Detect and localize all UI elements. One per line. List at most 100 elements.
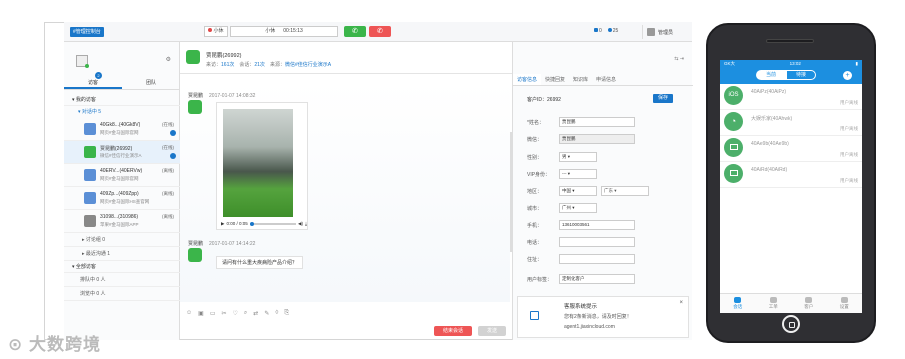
system-notice: 客服系统提示 您有2条新消息，请及时回复！ agent1.jiaxincloud… <box>517 296 689 338</box>
video-frame <box>223 109 293 217</box>
mobile-field: 手机： 13610003561 <box>527 220 687 230</box>
tab-quick-reply[interactable]: 快捷回复 <box>541 74 569 85</box>
web-icon <box>724 138 743 157</box>
address-field: 住址： <box>527 254 687 264</box>
mobile-list-item[interactable]: 40Ae9b(40Ae9b) 用户离线 <box>720 136 862 162</box>
visitor-item[interactable]: 409Zp...(409Zpp) 网页#金马国际HS查官网 (离线) <box>64 187 180 210</box>
info-tabs: 访客信息 快捷回复 知识库 申请信息 <box>513 74 693 86</box>
mobile-screen: GK大 13:02 ▮ 当前 待接 + iOS 40AiPz(40AiPz) 用户离线… <box>720 60 862 313</box>
image-icon[interactable]: ▣ <box>198 310 204 317</box>
tab-visitors[interactable]: 访客 2 <box>64 72 122 89</box>
unread-dot <box>170 130 176 136</box>
panel-toggle-icon[interactable]: ⇆ ⇥ <box>674 56 684 62</box>
gear-icon[interactable]: ⚙ <box>166 56 171 63</box>
hangup-call-button[interactable]: ✆ <box>369 26 391 37</box>
ios-icon: iOS <box>724 86 743 105</box>
wechat-icon: ◔ <box>724 112 743 131</box>
message-header: 贾昆鹏 2017-01-07 14:14:22 <box>188 241 256 247</box>
visitor-item[interactable]: 31098...(310986) 苹果#金马国际APP (离线) <box>64 210 180 233</box>
name-field: *姓名： 贾昆鹏 <box>527 117 687 127</box>
mobile-list-item[interactable]: iOS 40AiPz(40AiPz) 用户离线 <box>720 84 862 110</box>
video-progress <box>249 221 297 226</box>
visitor-panel: ⚙ 访客 2 团队 ▾ 我的访客 ▾ 对话中 5 40Gk8...(40Gk8V)… <box>64 42 180 340</box>
web-icon <box>84 123 96 135</box>
compose-toolbar: ☺ ▣ ▭ ✂ ♡ ⌕ ⇄ ✎ ◊ ⎘ <box>186 310 289 317</box>
chat-icon <box>734 297 742 303</box>
phone-field: 电话： <box>527 237 687 247</box>
tab-visitor-info[interactable]: 访客信息 <box>513 74 542 85</box>
agent-avatar[interactable] <box>76 55 89 68</box>
sender-avatar <box>188 248 202 262</box>
apple-icon <box>84 215 96 227</box>
notification-counts[interactable]: 0 25 <box>594 28 618 34</box>
ticket-icon <box>769 297 777 303</box>
nav-chat[interactable]: 会话 <box>720 294 756 313</box>
close-icon[interactable]: × <box>679 300 683 306</box>
send-button[interactable]: 发送 <box>478 326 506 336</box>
visitor-item[interactable]: 40ERV...(40ERVw) 网页#金马国际官网 (离线) <box>64 164 180 187</box>
tab-knowledge[interactable]: 知识库 <box>569 74 592 85</box>
status-select[interactable]: 小休 <box>204 26 228 37</box>
vip-select: VIP身份： --- ▾ <box>527 169 687 179</box>
province-select[interactable]: 广东 ▾ <box>601 186 649 196</box>
save-button[interactable]: 保存 <box>653 94 673 103</box>
mobile-tabbar: 会话 工单 客户 设置 <box>720 293 862 313</box>
home-button[interactable] <box>782 315 800 333</box>
answer-call-button[interactable]: ✆ <box>344 26 366 37</box>
nav-tickets[interactable]: 工单 <box>756 294 792 313</box>
tab-current[interactable]: 当前 <box>756 70 786 80</box>
recent-group[interactable]: ▸ 最近沟通 1 <box>64 247 180 261</box>
heart-icon[interactable]: ♡ <box>233 310 238 317</box>
visitor-badge: 2 <box>95 72 102 79</box>
tag-icon[interactable]: ◊ <box>275 310 278 317</box>
region-select: 地区： 中国 ▾ 广东 ▾ <box>527 186 687 196</box>
scissors-icon[interactable]: ✂ <box>221 310 226 317</box>
mobile-list-item[interactable]: 40AiRd(40AiRd) 用户离线 <box>720 162 862 188</box>
web-icon <box>84 169 96 181</box>
add-icon[interactable]: + <box>843 71 852 80</box>
invite-icon[interactable]: ✎ <box>264 310 269 317</box>
volume-icon: ◀) <box>298 220 303 226</box>
console-button[interactable]: #管理控制台 <box>70 27 104 37</box>
history-icon[interactable]: ⎘ <box>284 310 289 317</box>
chat-stats: 来访：161次 会话：21次 来源：微信#佳信行业演示A <box>206 62 332 68</box>
all-visitors-group[interactable]: ▾ 全部访客 <box>64 261 180 273</box>
tab-application[interactable]: 申请信息 <box>592 74 620 85</box>
video-message[interactable]: ▶ 0:00 / 0:05 ◀) ⤓ <box>216 102 308 230</box>
chat-visitor-name: 贾昆鹏(26992) <box>206 53 242 59</box>
end-session-button[interactable]: 结束会话 <box>434 326 472 336</box>
tab-pending[interactable]: 待接 <box>786 70 816 80</box>
user-menu[interactable]: 管理员 <box>642 25 686 39</box>
settings-icon <box>840 297 848 303</box>
mobile-list-item[interactable]: ◔ 大娱乐家(40Ahwk) 用户离线 <box>720 110 862 136</box>
discussion-group[interactable]: ▸ 讨论组 0 <box>64 233 180 247</box>
transfer-icon[interactable]: ⇄ <box>253 310 258 317</box>
emoji-icon[interactable]: ☺ <box>186 310 192 317</box>
user-avatar-icon <box>647 28 655 36</box>
customer-id: 客户ID：26992 <box>527 97 561 103</box>
chat-panel: 贾昆鹏(26992) 来访：161次 会话：21次 来源：微信#佳信行业演示A … <box>180 42 513 340</box>
status-timer: 小休 00:15:13 <box>230 26 338 37</box>
queued-count[interactable]: 排队中 0 人 <box>64 273 180 287</box>
mobile-phone: GK大 13:02 ▮ 当前 待接 + iOS 40AiPz(40AiPz) 用户离线… <box>706 23 876 343</box>
my-visitors-group[interactable]: ▾ 我的访客 <box>64 94 180 106</box>
watermark: ⊙ 大数跨境 <box>8 335 101 354</box>
tab-team[interactable]: 团队 <box>122 76 180 89</box>
browsing-count[interactable]: 浏览中 0 人 <box>64 287 180 301</box>
folder-icon[interactable]: ▭ <box>210 310 216 317</box>
mobile-segment: 当前 待接 + <box>720 68 862 84</box>
search-icon[interactable]: ⌕ <box>244 310 247 317</box>
status-bar: GK大 13:02 ▮ <box>720 60 862 68</box>
nav-settings[interactable]: 设置 <box>827 294 863 313</box>
talking-group[interactable]: ▾ 对话中 5 <box>64 106 180 118</box>
visitor-tree: ▾ 我的访客 ▾ 对话中 5 40Gk8...(40Gk8V) 网页#金马国际官网… <box>64 94 180 301</box>
phone-speaker <box>766 39 814 43</box>
video-controls[interactable]: ▶ 0:00 / 0:05 ◀) ⤓ <box>221 219 307 228</box>
message-header: 贾昆鹏 2017-01-07 14:08:32 <box>188 93 256 99</box>
wechat-field: 微信： 贾昆鹏 <box>527 134 687 144</box>
nav-customers[interactable]: 客户 <box>791 294 827 313</box>
visitor-item[interactable]: 40Gk8...(40Gk8V) 网页#金马国际官网 (在线) <box>64 118 180 141</box>
wechat-icon <box>84 146 96 158</box>
visitor-item[interactable]: 贾昆鹏(26992) 微信#佳信行业演示A (在线) <box>64 141 180 164</box>
chat-count: 25 <box>607 28 618 34</box>
